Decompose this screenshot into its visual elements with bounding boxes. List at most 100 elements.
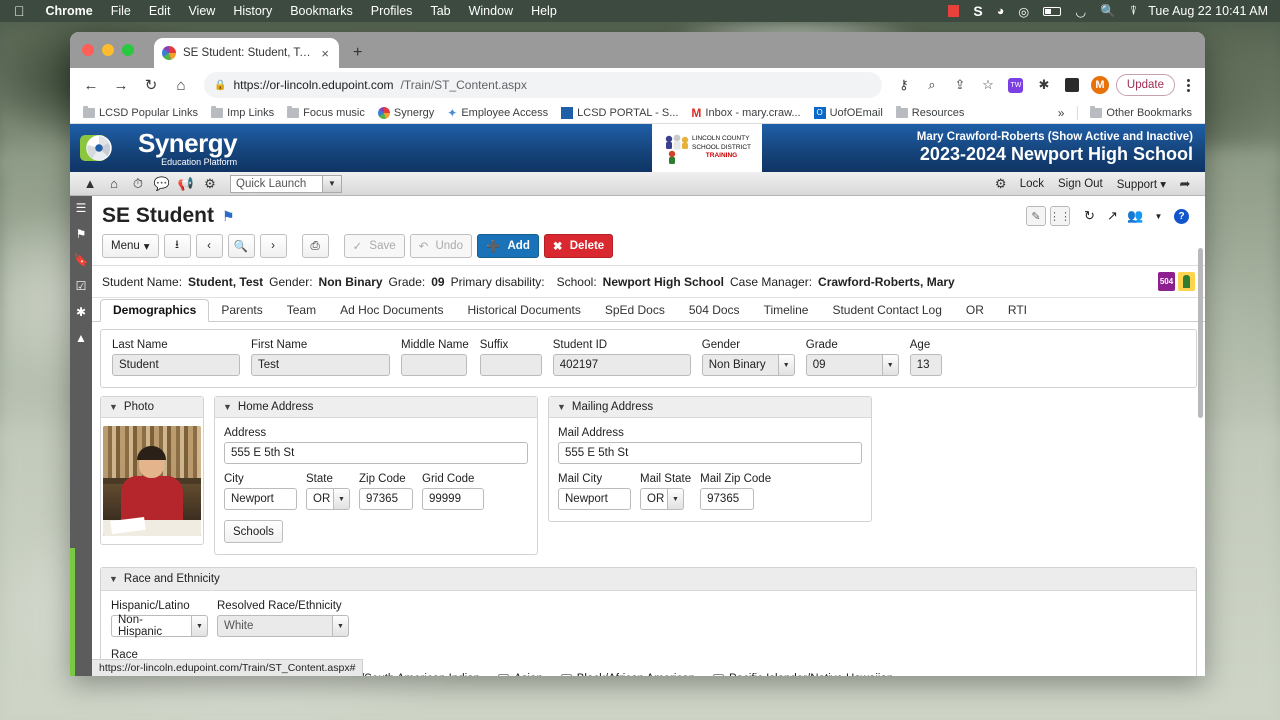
menu-chrome[interactable]: Chrome: [37, 4, 102, 18]
home-icon[interactable]: ⌂: [102, 176, 126, 191]
tab-historical-documents[interactable]: Historical Documents: [455, 300, 592, 321]
chevron-down-icon[interactable]: ▼: [557, 402, 566, 412]
synergy-logo[interactable]: Synergy Education Platform: [70, 130, 238, 167]
content-scrollbar[interactable]: [1196, 196, 1205, 676]
reload-button[interactable]: ↻: [138, 72, 164, 98]
chevron-down-icon[interactable]: ▼: [109, 402, 118, 412]
tab-student-contact-log[interactable]: Student Contact Log: [820, 300, 953, 321]
menu-button[interactable]: Menu ▾: [102, 234, 159, 258]
signature-icon[interactable]: ✎: [1026, 206, 1046, 226]
gears-icon[interactable]: ⚙: [198, 176, 222, 192]
bookmark-flag-icon[interactable]: ⚑: [222, 208, 235, 225]
mailing-address-header[interactable]: ▼ Mailing Address: [549, 397, 871, 418]
asterisk-icon[interactable]: ✱: [76, 306, 86, 318]
bookmark-imp-links[interactable]: Imp Links: [206, 105, 279, 121]
chevron-down-icon[interactable]: ▼: [322, 174, 342, 193]
bookmark-employee-access[interactable]: ✦ Employee Access: [442, 104, 553, 122]
tab-rti[interactable]: RTI: [996, 300, 1039, 321]
menu-profiles[interactable]: Profiles: [362, 4, 422, 18]
menu-edit[interactable]: Edit: [140, 4, 180, 18]
bookmark-icon[interactable]: 🔖: [74, 254, 89, 266]
student-badge-icon[interactable]: [1178, 272, 1195, 291]
bookmark-inbox[interactable]: M Inbox - mary.craw...: [686, 104, 805, 122]
zoom-icon[interactable]: ⌕: [920, 73, 944, 97]
search-button[interactable]: 🔍: [227, 234, 255, 258]
export-button[interactable]: ⭳: [163, 234, 191, 258]
sketch-icon[interactable]: S: [966, 3, 989, 19]
chat-icon[interactable]: 💬: [150, 176, 174, 192]
chevron-down-icon[interactable]: ▼: [332, 615, 349, 637]
bookmark-synergy[interactable]: Synergy: [373, 105, 439, 121]
back-button[interactable]: ←: [78, 72, 104, 98]
city-input[interactable]: Newport: [224, 488, 297, 510]
apple-icon[interactable]: : [0, 4, 37, 18]
gender-select[interactable]: Non Binary ▼: [701, 354, 795, 376]
mail-address-input[interactable]: 555 E 5th St: [558, 442, 862, 464]
quick-launch-input[interactable]: Quick Launch: [230, 174, 322, 193]
address-bar[interactable]: 🔒 https://or-lincoln.edupoint.com/Train/…: [204, 72, 882, 98]
chevron-down-icon[interactable]: ▼: [191, 615, 208, 637]
undo-button[interactable]: ↶ Undo: [409, 234, 472, 258]
clock-icon[interactable]: ⏱: [126, 176, 150, 192]
checklist-icon[interactable]: ☑: [76, 280, 87, 292]
previous-record-button[interactable]: ‹: [195, 234, 223, 258]
menu-file[interactable]: File: [102, 4, 140, 18]
tab-parents[interactable]: Parents: [209, 300, 274, 321]
hispanic-latino-select[interactable]: Non-Hispanic ▼: [111, 614, 208, 638]
tab-ad-hoc-documents[interactable]: Ad Hoc Documents: [328, 300, 455, 321]
avatar[interactable]: M: [1088, 73, 1112, 97]
stop-recording-icon[interactable]: [941, 5, 966, 17]
battery-icon[interactable]: [1036, 6, 1068, 16]
add-button[interactable]: ➕ Add: [476, 234, 539, 258]
extensions-icon[interactable]: ✱: [1032, 73, 1056, 97]
bookmark-lcsd-portal[interactable]: LCSD PORTAL - S...: [556, 105, 683, 121]
alert-icon[interactable]: ▲: [75, 332, 87, 344]
grid-code-input[interactable]: 99999: [422, 488, 484, 510]
airplay-icon[interactable]: ⍒: [1123, 4, 1145, 19]
megaphone-icon[interactable]: 📢: [174, 176, 198, 192]
chevron-down-icon[interactable]: ▼: [667, 488, 684, 510]
forward-button[interactable]: →: [108, 72, 134, 98]
mail-state-select[interactable]: OR ▼: [640, 488, 691, 510]
state-select[interactable]: OR ▼: [306, 488, 350, 510]
support-link[interactable]: Support ▾: [1110, 177, 1173, 191]
student-id-input[interactable]: 402197: [552, 354, 691, 376]
mail-zip-input[interactable]: 97365: [700, 488, 755, 510]
bookmark-uofo-email[interactable]: O UofOEmail: [809, 105, 888, 121]
close-window-button[interactable]: [82, 44, 94, 56]
user-name-line[interactable]: Mary Crawford-Roberts (Show Active and I…: [917, 131, 1193, 143]
checkbox-asian[interactable]: [497, 673, 509, 676]
middle-name-input[interactable]: [401, 354, 467, 376]
lock-link[interactable]: Lock: [1013, 178, 1051, 190]
chrome-menu-button[interactable]: [1179, 78, 1197, 92]
home-button[interactable]: ⌂: [168, 72, 194, 98]
share-icon[interactable]: ⇪: [948, 73, 972, 97]
tab-timeline[interactable]: Timeline: [752, 300, 821, 321]
mail-city-input[interactable]: Newport: [558, 488, 631, 510]
delete-button[interactable]: ✖ Delete: [543, 234, 614, 258]
wifi-icon[interactable]: ◡: [1068, 4, 1093, 19]
bell-icon[interactable]: ▲: [78, 176, 102, 191]
checkbox-pacific-islander[interactable]: [713, 673, 725, 676]
screenshot-icon[interactable]: ◕: [990, 4, 1012, 18]
menu-window[interactable]: Window: [460, 4, 522, 18]
sign-out-link[interactable]: Sign Out: [1051, 178, 1110, 190]
refresh-icon[interactable]: ↻: [1080, 206, 1099, 226]
extension-tw-icon[interactable]: TW: [1004, 73, 1028, 97]
photo-section-header[interactable]: ▼ Photo: [101, 397, 203, 418]
last-name-input[interactable]: Student: [112, 354, 240, 376]
quick-launch[interactable]: Quick Launch ▼: [230, 174, 342, 193]
first-name-input[interactable]: Test: [251, 354, 390, 376]
save-button[interactable]: ✓ Save: [343, 234, 405, 258]
gear-icon[interactable]: ⚙: [989, 176, 1013, 192]
schools-button[interactable]: Schools: [224, 520, 283, 543]
next-record-button[interactable]: ›: [259, 234, 287, 258]
key-icon[interactable]: ⚷: [892, 73, 916, 97]
bookmark-resources[interactable]: Resources: [891, 105, 970, 121]
bookmarks-overflow-icon[interactable]: »: [1052, 106, 1071, 120]
close-icon[interactable]: ×: [319, 46, 331, 61]
minimize-window-button[interactable]: [102, 44, 114, 56]
menu-bookmarks[interactable]: Bookmarks: [281, 4, 362, 18]
bookmark-lcsd-popular-links[interactable]: LCSD Popular Links: [78, 105, 203, 121]
new-tab-button[interactable]: +: [353, 45, 362, 61]
